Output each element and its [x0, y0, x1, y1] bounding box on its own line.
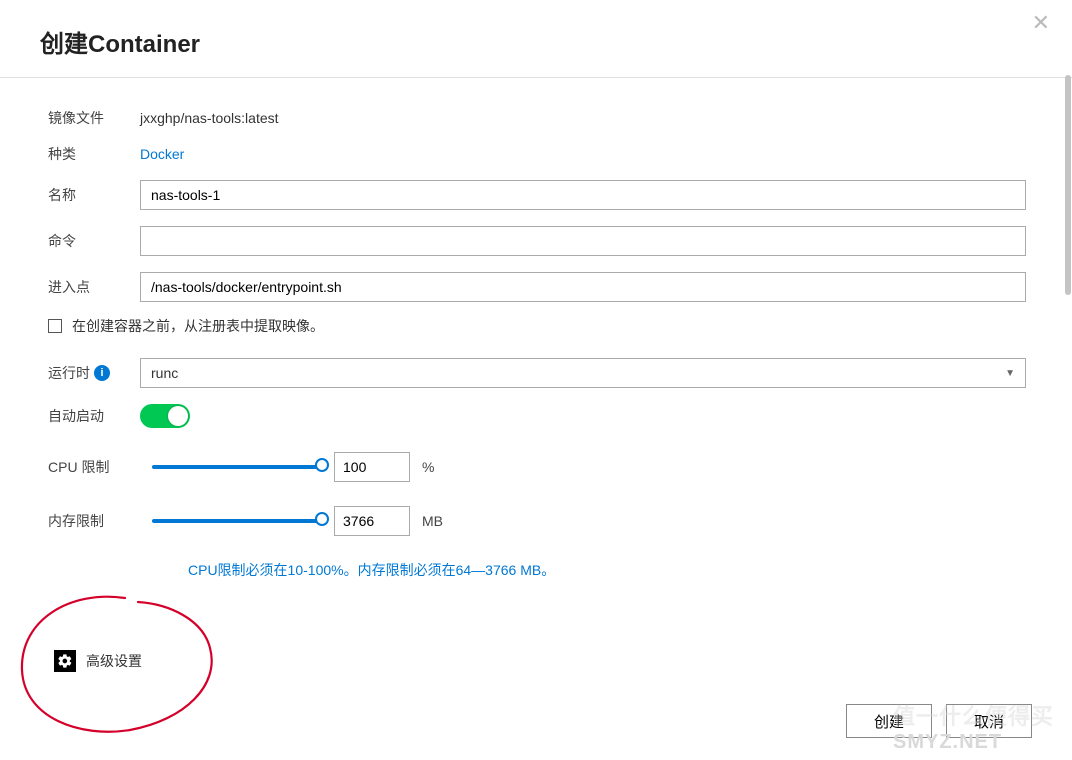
memory-limit-slider[interactable] — [152, 519, 322, 523]
advanced-settings-label: 高级设置 — [86, 651, 142, 671]
command-input[interactable] — [140, 226, 1026, 256]
cpu-unit: % — [422, 459, 434, 475]
dropdown-icon: ▼ — [1005, 368, 1015, 379]
autostart-label: 自动启动 — [48, 406, 140, 426]
scrollbar[interactable] — [1065, 75, 1071, 295]
slider-thumb[interactable] — [315, 458, 329, 472]
cpu-limit-slider[interactable] — [152, 465, 322, 469]
dialog-title: 创建Container — [40, 24, 200, 59]
type-label: 种类 — [48, 144, 140, 164]
limits-hint: CPU限制必须在10-100%。内存限制必须在64—3766 MB。 — [188, 560, 1032, 580]
memory-unit: MB — [422, 513, 443, 529]
dialog-content: 镜像文件 jxxghp/nas-tools:latest 种类 Docker 名… — [0, 78, 1072, 692]
watermark-main: SMYZ.NET — [893, 731, 1054, 754]
name-input[interactable] — [140, 180, 1026, 210]
watermark: 值一什么便得买 SMYZ.NET — [893, 699, 1054, 754]
toggle-knob — [168, 406, 188, 426]
info-icon[interactable]: i — [94, 365, 110, 381]
runtime-select[interactable]: runc ▼ — [140, 358, 1026, 388]
autostart-toggle[interactable] — [140, 404, 190, 428]
close-icon[interactable]: ✕ — [1032, 12, 1050, 34]
watermark-faint: 值一什么便得买 — [893, 699, 1054, 731]
advanced-settings-button[interactable]: 高级设置 — [54, 650, 1032, 672]
pull-image-label: 在创建容器之前，从注册表中提取映像。 — [72, 316, 324, 336]
gear-icon — [54, 650, 76, 672]
image-file-label: 镜像文件 — [48, 108, 140, 128]
pull-image-checkbox[interactable] — [48, 319, 62, 333]
slider-thumb[interactable] — [315, 512, 329, 526]
name-label: 名称 — [48, 185, 140, 205]
cpu-limit-input[interactable] — [334, 452, 410, 482]
runtime-label: 运行时 — [48, 363, 90, 383]
image-file-value: jxxghp/nas-tools:latest — [140, 110, 1032, 126]
command-label: 命令 — [48, 231, 140, 251]
memory-limit-input[interactable] — [334, 506, 410, 536]
cpu-limit-label: CPU 限制 — [48, 457, 140, 477]
memory-limit-label: 内存限制 — [48, 511, 140, 531]
type-value-link[interactable]: Docker — [140, 146, 1032, 162]
runtime-value: runc — [151, 365, 178, 381]
entrypoint-input[interactable] — [140, 272, 1026, 302]
dialog-header: 创建Container — [0, 0, 1072, 78]
entrypoint-label: 进入点 — [48, 277, 140, 297]
